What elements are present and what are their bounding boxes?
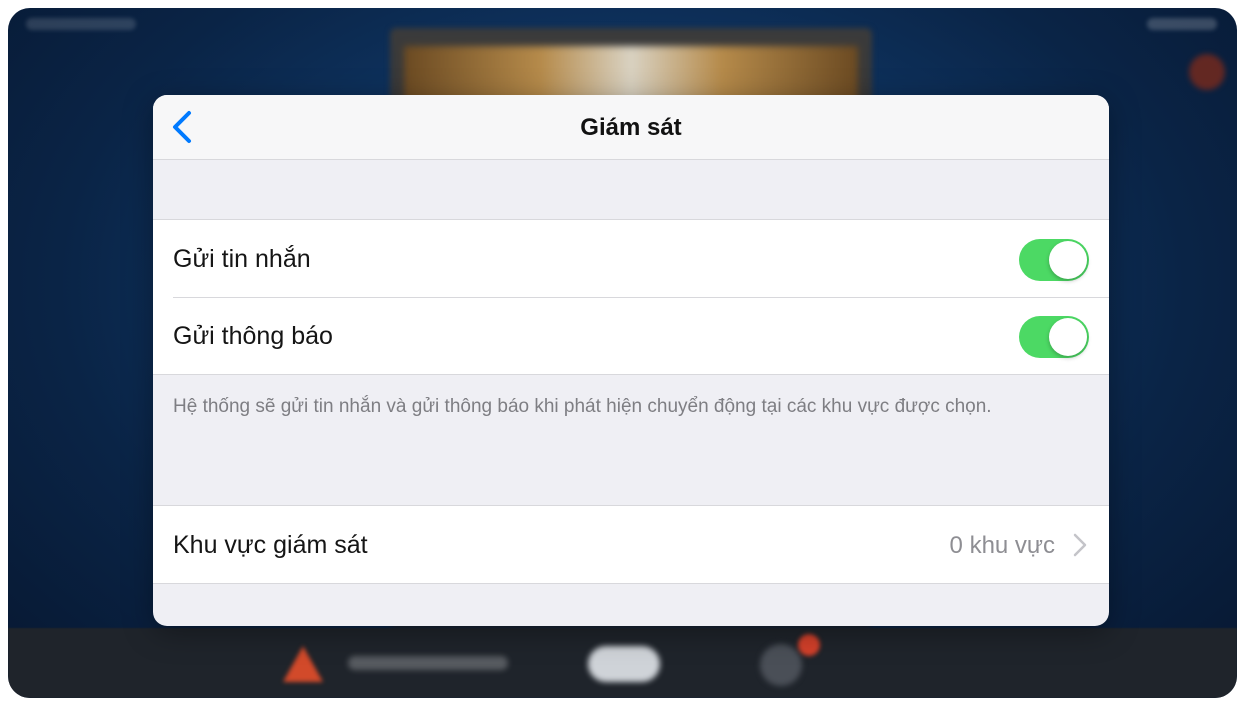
monitoring-zone-label: Khu vực giám sát — [173, 531, 368, 559]
warning-icon — [283, 646, 323, 682]
send-notification-row: Gửi thông báo — [153, 297, 1109, 374]
send-message-row: Gửi tin nhắn — [153, 220, 1109, 297]
page-title: Giám sát — [580, 114, 682, 141]
record-icon — [1189, 54, 1225, 90]
bottom-toolbar — [8, 628, 1237, 698]
notification-group: Gửi tin nhắn Gửi thông báo — [153, 219, 1109, 375]
navigation-bar: Giám sát — [153, 95, 1109, 160]
chevron-right-icon — [1073, 533, 1087, 557]
toolbar-label — [348, 656, 508, 670]
send-message-label: Gửi tin nhắn — [173, 245, 311, 273]
send-notification-label: Gửi thông báo — [173, 322, 333, 350]
send-notification-toggle[interactable] — [1019, 316, 1089, 358]
toolbar-toggle — [588, 646, 660, 682]
zone-group: Khu vực giám sát 0 khu vực — [153, 505, 1109, 584]
status-bar-left — [26, 18, 136, 30]
send-message-toggle[interactable] — [1019, 239, 1089, 281]
monitoring-settings-modal: Giám sát Gửi tin nhắn Gửi thông báo Hệ t… — [153, 95, 1109, 626]
monitoring-zone-value: 0 khu vực — [949, 532, 1055, 559]
status-bar-right — [1147, 18, 1217, 30]
settings-icon — [760, 644, 802, 686]
notification-footnote: Hệ thống sẽ gửi tin nhắn và gửi thông bá… — [173, 396, 992, 417]
notification-badge — [798, 634, 820, 656]
monitoring-zone-row[interactable]: Khu vực giám sát 0 khu vực — [153, 506, 1109, 583]
